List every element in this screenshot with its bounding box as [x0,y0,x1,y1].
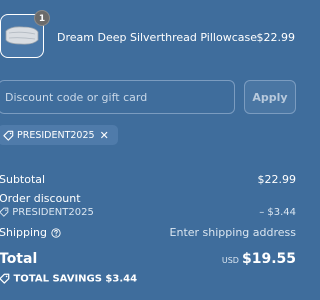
order-discount-label: Order discount [0,192,81,205]
discount-code-text: PRESIDENT2025 [12,207,94,218]
remove-discount-icon[interactable]: ✕ [100,130,109,141]
shipping-label-wrap: Shipping [0,226,61,239]
total-label: Total [0,251,38,267]
quantity-badge: 1 [34,10,50,26]
product-price: $22.99 [256,31,296,44]
applied-discount-code: PRESIDENT2025 [17,129,95,141]
discount-value: – $3.44 [259,207,296,218]
shipping-value: Enter shipping address [169,226,296,239]
pillowcase-image [5,26,39,45]
applied-discount-chip: PRESIDENT2025 ✕ [0,125,118,145]
product-name: Dream Deep Silverthread Pillowcase [57,31,257,44]
total-value-wrap: USD $19.55 [222,251,296,267]
total-savings-text: TOTAL SAVINGS $3.44 [13,273,138,285]
tag-icon [0,273,10,284]
shipping-label: Shipping [0,226,47,239]
cart-line-item: 1 Dream Deep Silverthread Pillowcase $22… [0,10,300,62]
discount-code-input[interactable] [0,80,235,114]
subtotal-value: $22.99 [257,173,297,186]
discount-code-line: PRESIDENT2025 [0,207,94,218]
subtotal-label: Subtotal [0,173,46,186]
total-savings: TOTAL SAVINGS $3.44 [0,273,137,285]
product-thumbnail: 1 [0,10,50,58]
currency-code: USD [221,256,239,265]
apply-button[interactable]: Apply [244,80,296,114]
tag-icon [0,207,9,217]
help-circle-icon[interactable] [50,228,61,238]
total-value: $19.55 [241,251,296,267]
tag-icon [3,130,14,141]
